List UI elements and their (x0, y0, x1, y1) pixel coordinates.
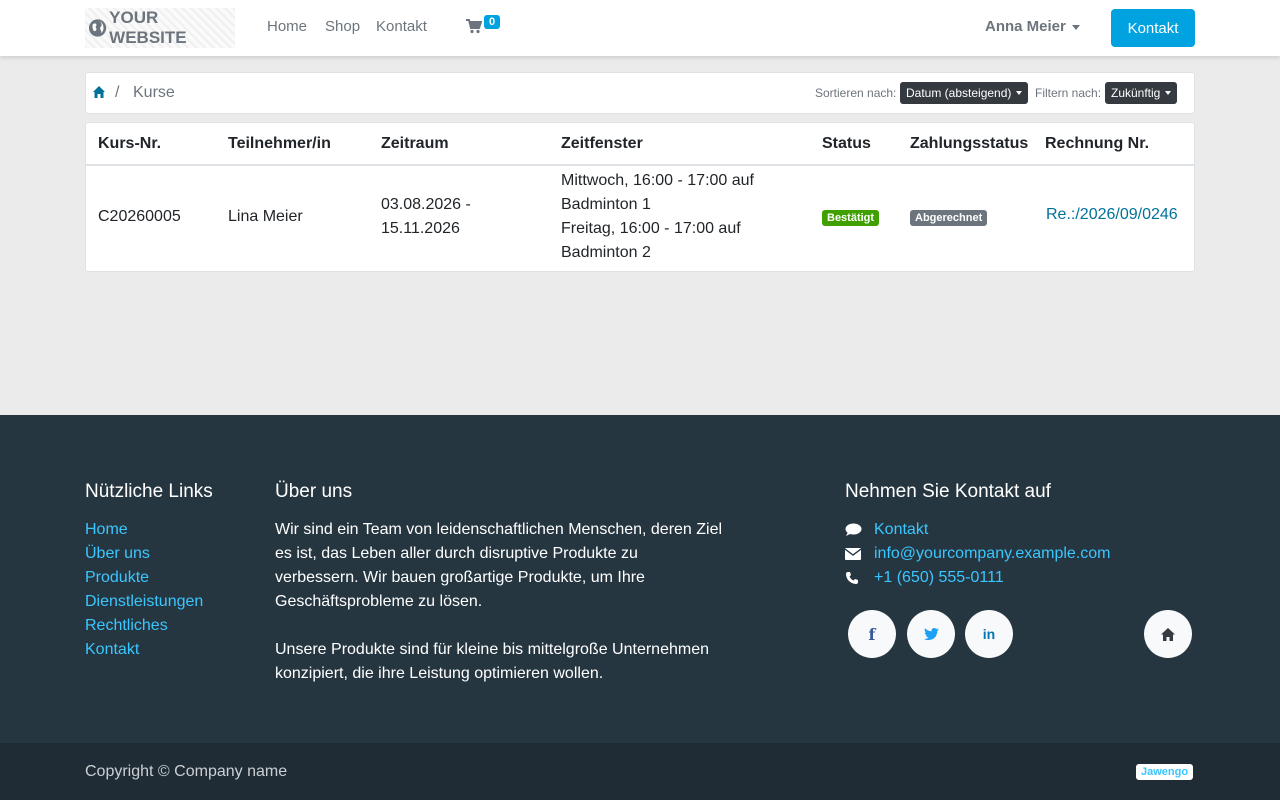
cell-period: 03.08.2026 - 15.11.2026 (381, 193, 471, 241)
breadcrumb-separator: / (115, 84, 120, 101)
invoice-link[interactable]: Re.:/2026/09/0246 (1046, 206, 1178, 224)
navbar: YOUR WEBSITE Home Shop Kontakt 0 Anna Me… (0, 0, 1280, 56)
breadcrumb-bar: / Kurse Sortieren nach: Datum (absteigen… (85, 72, 1195, 114)
phone-icon (845, 571, 874, 585)
period-end: 15.11.2026 (381, 220, 460, 237)
chevron-down-icon (1071, 24, 1080, 30)
nav-shop[interactable]: Shop (325, 18, 360, 35)
brand-badge[interactable]: Jawengo (1136, 764, 1194, 780)
footer-links: Home Über uns Produkte Dienstleistungen … (85, 518, 203, 662)
footer-link-services[interactable]: Dienstleistungen (85, 590, 203, 614)
nav-kontakt[interactable]: Kontakt (376, 18, 427, 35)
sort-label: Sortieren nach: (815, 86, 897, 100)
courses-table: Kurs-Nr. Teilnehmer/in Zeitraum Zeitfens… (85, 122, 1195, 272)
table-header-divider (86, 164, 1194, 166)
column-header-time-slot: Zeitfenster (561, 135, 643, 152)
breadcrumb-current: Kurse (133, 84, 175, 101)
cell-course-no: C20260005 (98, 208, 181, 225)
payment-status-badge: Abgerechnet (910, 210, 988, 226)
column-header-period: Zeitraum (381, 135, 449, 152)
shopping-cart-icon (466, 19, 483, 34)
footer-email-link[interactable]: info@yourcompany.example.com (874, 542, 1111, 566)
column-header-invoice: Rechnung Nr. (1045, 135, 1150, 152)
user-menu-dropdown[interactable]: Anna Meier (985, 18, 1080, 35)
sort-value: Datum (absteigend) (906, 86, 1012, 100)
site-logo[interactable]: YOUR WEBSITE (85, 8, 235, 48)
envelope-icon (845, 548, 874, 560)
about-paragraph: Unsere Produkte sind für kleine bis mitt… (275, 641, 709, 682)
footer-about-title: Über uns (275, 481, 353, 502)
cell-participant: Lina Meier (228, 208, 303, 225)
time-slot-line: Mittwoch, 16:00 - 17:00 auf (561, 172, 754, 189)
time-slot-line: Badminton 1 (561, 196, 651, 213)
footer-contact-list: Kontakt info@yourcompany.example.com +1 … (845, 518, 1111, 590)
chevron-down-icon (1165, 91, 1172, 95)
globe-icon (88, 19, 107, 37)
cart-count-badge: 0 (484, 15, 501, 29)
user-name: Anna Meier (985, 18, 1066, 35)
logo-text: YOUR WEBSITE (109, 8, 187, 47)
footer-contact-title: Nehmen Sie Kontakt auf (845, 481, 1051, 502)
twitter-icon[interactable] (907, 610, 955, 658)
column-header-payment-status: Zahlungsstatus (910, 135, 1029, 152)
column-header-course-no: Kurs-Nr. (98, 135, 162, 152)
time-slot-line: Freitag, 16:00 - 17:00 auf (561, 220, 741, 237)
home-icon[interactable] (92, 85, 106, 99)
column-header-status: Status (822, 135, 871, 152)
contact-button[interactable]: Kontakt (1111, 9, 1195, 47)
footer-links-title: Nützliche Links (85, 481, 213, 502)
footer-about-text: Wir sind ein Team von leidenschaftlichen… (275, 518, 725, 686)
footer-link-home[interactable]: Home (85, 518, 203, 542)
column-header-participant: Teilnehmer/in (228, 135, 331, 152)
time-slot-line: Badminton 2 (561, 244, 651, 261)
filter-value: Zukünftig (1111, 86, 1161, 100)
footer-link-products[interactable]: Produkte (85, 566, 203, 590)
chevron-down-icon (1016, 91, 1023, 95)
comment-icon (845, 523, 874, 537)
footer-link-contact[interactable]: Kontakt (85, 638, 203, 662)
footer-link-about[interactable]: Über uns (85, 542, 203, 566)
filter-label: Filtern nach: (1035, 86, 1102, 100)
cell-time-slot: Mittwoch, 16:00 - 17:00 auf Badminton 1 … (561, 169, 754, 265)
copyright-text: Copyright © Company name (85, 763, 288, 780)
footer-link-legal[interactable]: Rechtliches (85, 614, 203, 638)
nav-home[interactable]: Home (267, 18, 307, 35)
footer-phone-link[interactable]: +1 (650) 555-0111 (874, 566, 1004, 590)
cart-link[interactable] (466, 18, 483, 39)
footer-contact-link[interactable]: Kontakt (874, 518, 928, 542)
sort-dropdown[interactable]: Datum (absteigend) (900, 82, 1029, 104)
about-paragraph: Wir sind ein Team von leidenschaftlichen… (275, 521, 723, 610)
period-start: 03.08.2026 - (381, 196, 471, 213)
linkedin-icon[interactable]: in (965, 610, 1013, 658)
filter-dropdown[interactable]: Zukünftig (1105, 82, 1178, 104)
copyright-bar: Copyright © Company name Jawengo (0, 743, 1280, 800)
status-badge: Bestätigt (822, 210, 880, 226)
home-icon[interactable] (1144, 610, 1192, 658)
facebook-icon[interactable]: f (848, 610, 896, 658)
footer: Nützliche Links Home Über uns Produkte D… (0, 415, 1280, 743)
